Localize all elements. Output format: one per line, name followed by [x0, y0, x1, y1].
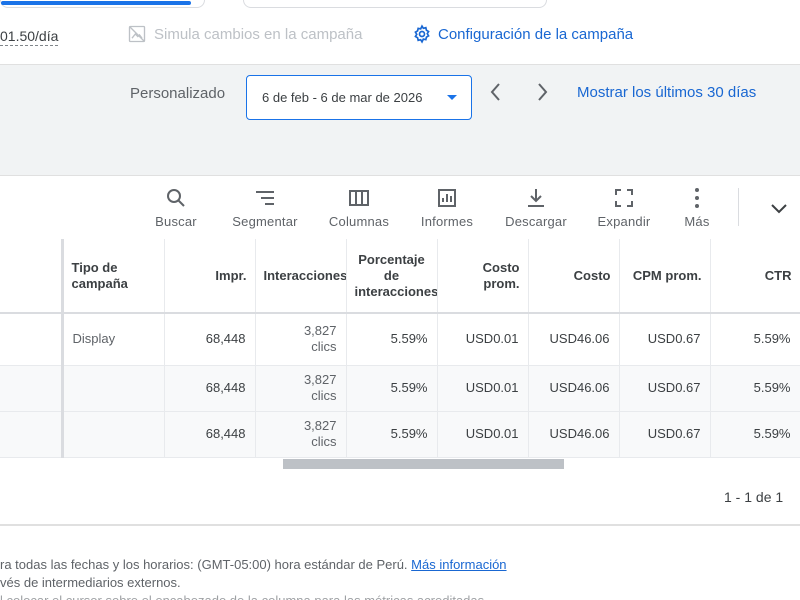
cell-avg-cost: USD0.01	[437, 365, 529, 412]
cell-interaction-rate: 5.59%	[346, 313, 438, 366]
download-label: Descargar	[505, 214, 567, 229]
campaign-table: Tipo de campaña Impr. Interacciones Porc…	[0, 239, 800, 458]
interactions-count: 3,827	[303, 372, 337, 387]
search-button[interactable]: Buscar	[136, 186, 216, 229]
more-info-link[interactable]: Más información	[411, 557, 506, 572]
more-label: Más	[684, 214, 710, 229]
cell-interaction-rate: 5.59%	[346, 365, 438, 412]
columns-label: Columnas	[328, 214, 390, 229]
primary-button-edge[interactable]	[0, 0, 205, 8]
header-cell-blank	[0, 239, 64, 314]
cell-avg-cost: USD0.01	[437, 313, 529, 366]
cell-ctr: 5.59%	[710, 411, 800, 458]
secondary-button-edge[interactable]	[243, 0, 547, 8]
interactions-count: 3,827	[303, 418, 337, 433]
cell-avg-cpm: USD0.67	[619, 313, 711, 366]
segment-icon	[256, 191, 274, 205]
row-cell-blank	[0, 365, 64, 412]
cell-avg-cpm: USD0.67	[619, 411, 711, 458]
segment-label: Segmentar	[232, 214, 298, 229]
simulate-changes-link: Simula cambios en la campaña	[127, 24, 362, 44]
cell-ctr: 5.59%	[710, 365, 800, 412]
download-icon	[528, 189, 544, 207]
cell-avg-cost: USD0.01	[437, 411, 529, 458]
simulate-label: Simula cambios en la campaña	[154, 25, 363, 43]
columns-button[interactable]: Columnas	[319, 186, 399, 229]
header-avg-cost[interactable]: Costo prom.	[437, 239, 529, 314]
cell-cost: USD46.06	[528, 313, 620, 366]
divider	[0, 524, 800, 526]
interactions-unit: clics	[311, 388, 337, 403]
cell-ctr: 5.59%	[710, 313, 800, 366]
cell-interactions: 3,827 clics	[255, 411, 347, 458]
interactions-unit: clics	[311, 434, 337, 449]
cell-interactions: 3,827 clics	[255, 365, 347, 412]
image-off-icon	[128, 25, 146, 43]
chevron-left-icon[interactable]	[486, 80, 506, 104]
date-preset-label: Personalizado	[130, 85, 226, 102]
interactions-unit: clics	[311, 339, 337, 355]
top-strip: 01.50/día Simula cambios en la campaña C…	[0, 0, 800, 64]
interactions-count: 3,827	[303, 323, 337, 339]
cell-campaign-type	[62, 365, 165, 412]
header-ctr[interactable]: CTR	[710, 239, 800, 314]
expand-button[interactable]: Expandir	[584, 186, 664, 229]
expand-label: Expandir	[597, 214, 651, 229]
search-label: Buscar	[155, 214, 197, 229]
cell-interactions: 3,827 clics	[255, 313, 347, 366]
segment-button[interactable]: Segmentar	[225, 186, 305, 229]
footer-line-2: vés de intermediarios externos.	[0, 575, 181, 590]
date-range-text: 6 de feb - 6 de mar de 2026	[262, 90, 423, 105]
expand-icon	[615, 189, 633, 207]
timezone-note: ra todas las fechas y los horarios: (GMT…	[0, 557, 408, 572]
cell-interaction-rate: 5.59%	[346, 411, 438, 458]
footer-notes: ra todas las fechas y los horarios: (GMT…	[0, 556, 507, 600]
reports-button[interactable]: Informes	[407, 186, 487, 229]
more-vert-icon	[695, 188, 699, 208]
row-cell-blank	[0, 313, 64, 366]
dropdown-arrow-icon	[447, 95, 457, 100]
table-toolbar: Buscar Segmentar Columnas Informes Desca…	[0, 175, 800, 239]
gear-icon	[414, 24, 430, 44]
columns-icon	[349, 190, 369, 206]
table-row: 68,448 3,827 clics 5.59% USD0.01 USD46.06…	[0, 411, 800, 458]
chevron-down-icon[interactable]	[767, 196, 791, 220]
footer-line-3: l colocar el cursor sobre el encabezado …	[0, 592, 507, 600]
reports-label: Informes	[420, 214, 474, 229]
cell-impressions: 68,448	[164, 313, 256, 366]
header-interaction-rate[interactable]: Porcentaje de interacciones	[346, 239, 438, 314]
header-avg-cpm[interactable]: CPM prom.	[619, 239, 711, 314]
cell-impressions: 68,448	[164, 411, 256, 458]
cell-campaign-type: Display	[62, 313, 165, 366]
search-icon	[167, 189, 185, 207]
cell-avg-cpm: USD0.67	[619, 365, 711, 412]
pagination-text: 1 - 1 de 1	[724, 489, 784, 505]
row-cell-blank	[0, 411, 64, 458]
more-button[interactable]: Más	[657, 186, 737, 229]
reports-icon	[438, 189, 456, 207]
chevron-right-icon[interactable]	[532, 80, 552, 104]
budget-value[interactable]: 01.50/día	[0, 28, 59, 46]
header-impressions[interactable]: Impr.	[164, 239, 256, 314]
download-button[interactable]: Descargar	[496, 186, 576, 229]
header-cost[interactable]: Costo	[528, 239, 620, 314]
campaign-settings-link[interactable]: Configuración de la campaña	[412, 24, 633, 44]
header-campaign-type[interactable]: Tipo de campaña	[62, 239, 165, 314]
config-label: Configuración de la campaña	[438, 25, 634, 43]
date-range-selector[interactable]: 6 de feb - 6 de mar de 2026	[246, 75, 472, 120]
table-row[interactable]: Display 68,448 3,827 clics 5.59% USD0.01 …	[0, 313, 800, 366]
show-last-30-days-link[interactable]: Mostrar los últimos 30 días	[577, 84, 756, 101]
scrollbar-thumb[interactable]	[283, 459, 564, 469]
table-header-row: Tipo de campaña Impr. Interacciones Porc…	[0, 239, 800, 314]
toolbar-divider	[738, 188, 739, 226]
cell-cost: USD46.06	[528, 411, 620, 458]
cell-cost: USD46.06	[528, 365, 620, 412]
cell-impressions: 68,448	[164, 365, 256, 412]
cell-campaign-type	[62, 411, 165, 458]
header-interactions[interactable]: Interacciones	[255, 239, 347, 314]
footer-line-1: ra todas las fechas y los horarios: (GMT…	[0, 556, 507, 574]
table-row: 68,448 3,827 clics 5.59% USD0.01 USD46.06…	[0, 365, 800, 412]
